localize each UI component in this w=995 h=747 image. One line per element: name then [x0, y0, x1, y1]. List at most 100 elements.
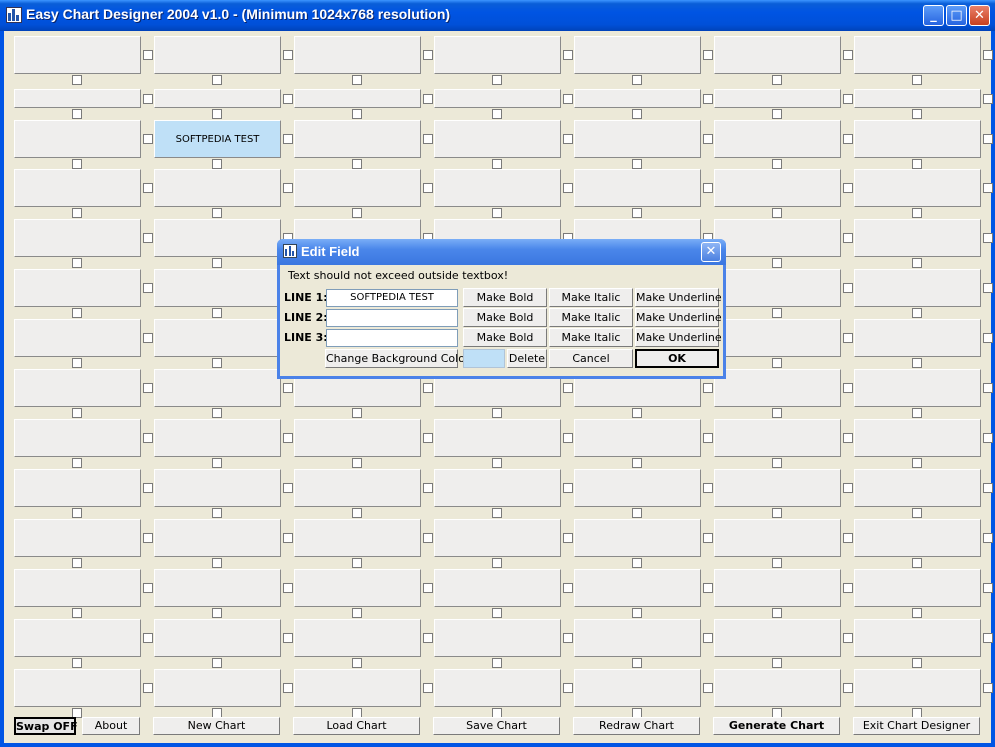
vertical-link-checkbox[interactable]: [492, 458, 502, 468]
save-chart-button[interactable]: Save Chart: [433, 717, 560, 735]
horizontal-link-checkbox[interactable]: [563, 183, 573, 193]
chart-cell[interactable]: [294, 89, 421, 108]
vertical-link-checkbox[interactable]: [352, 608, 362, 618]
vertical-link-checkbox[interactable]: [772, 258, 782, 268]
horizontal-link-checkbox[interactable]: [143, 633, 153, 643]
horizontal-link-checkbox[interactable]: [563, 583, 573, 593]
horizontal-link-checkbox[interactable]: [703, 633, 713, 643]
line-2-bold-button[interactable]: Make Bold: [463, 308, 547, 327]
vertical-link-checkbox[interactable]: [72, 358, 82, 368]
chart-cell[interactable]: [154, 469, 281, 507]
horizontal-link-checkbox[interactable]: [143, 183, 153, 193]
horizontal-link-checkbox[interactable]: [703, 483, 713, 493]
horizontal-link-checkbox[interactable]: [843, 433, 853, 443]
horizontal-link-checkbox[interactable]: [843, 233, 853, 243]
horizontal-link-checkbox[interactable]: [983, 183, 993, 193]
vertical-link-checkbox[interactable]: [492, 75, 502, 85]
chart-cell[interactable]: [854, 569, 981, 607]
vertical-link-checkbox[interactable]: [912, 558, 922, 568]
horizontal-link-checkbox[interactable]: [703, 50, 713, 60]
horizontal-link-checkbox[interactable]: [703, 94, 713, 104]
line-2-underline-button[interactable]: Make Underline: [635, 308, 722, 327]
chart-cell[interactable]: [854, 669, 981, 707]
vertical-link-checkbox[interactable]: [772, 558, 782, 568]
horizontal-link-checkbox[interactable]: [843, 483, 853, 493]
ok-button[interactable]: OK: [635, 349, 719, 368]
chart-cell[interactable]: [14, 36, 141, 74]
chart-cell[interactable]: [574, 619, 701, 657]
vertical-link-checkbox[interactable]: [772, 208, 782, 218]
vertical-link-checkbox[interactable]: [772, 109, 782, 119]
chart-cell[interactable]: [854, 219, 981, 257]
redraw-chart-button[interactable]: Redraw Chart: [573, 717, 700, 735]
swap-toggle-button[interactable]: Swap OFF: [14, 717, 78, 735]
vertical-link-checkbox[interactable]: [352, 558, 362, 568]
horizontal-link-checkbox[interactable]: [283, 50, 293, 60]
horizontal-link-checkbox[interactable]: [563, 433, 573, 443]
new-chart-button[interactable]: New Chart: [153, 717, 280, 735]
chart-cell[interactable]: [714, 120, 841, 158]
vertical-link-checkbox[interactable]: [72, 109, 82, 119]
chart-cell[interactable]: [854, 36, 981, 74]
chart-cell[interactable]: SOFTPEDIA TEST: [154, 120, 281, 158]
horizontal-link-checkbox[interactable]: [283, 533, 293, 543]
horizontal-link-checkbox[interactable]: [283, 483, 293, 493]
chart-cell[interactable]: [574, 569, 701, 607]
vertical-link-checkbox[interactable]: [72, 159, 82, 169]
chart-cell[interactable]: [854, 269, 981, 307]
vertical-link-checkbox[interactable]: [772, 608, 782, 618]
chart-cell[interactable]: [154, 569, 281, 607]
chart-cell[interactable]: [574, 519, 701, 557]
chart-cell[interactable]: [294, 120, 421, 158]
horizontal-link-checkbox[interactable]: [983, 683, 993, 693]
vertical-link-checkbox[interactable]: [72, 208, 82, 218]
vertical-link-checkbox[interactable]: [492, 608, 502, 618]
vertical-link-checkbox[interactable]: [912, 358, 922, 368]
vertical-link-checkbox[interactable]: [912, 608, 922, 618]
horizontal-link-checkbox[interactable]: [283, 383, 293, 393]
horizontal-link-checkbox[interactable]: [983, 583, 993, 593]
title-bar[interactable]: Easy Chart Designer 2004 v1.0 - (Minimum…: [0, 0, 995, 31]
horizontal-link-checkbox[interactable]: [423, 533, 433, 543]
vertical-link-checkbox[interactable]: [912, 159, 922, 169]
horizontal-link-checkbox[interactable]: [143, 383, 153, 393]
horizontal-link-checkbox[interactable]: [143, 50, 153, 60]
horizontal-link-checkbox[interactable]: [563, 633, 573, 643]
horizontal-link-checkbox[interactable]: [983, 333, 993, 343]
chart-cell[interactable]: [854, 469, 981, 507]
horizontal-link-checkbox[interactable]: [283, 433, 293, 443]
horizontal-link-checkbox[interactable]: [983, 383, 993, 393]
vertical-link-checkbox[interactable]: [212, 109, 222, 119]
horizontal-link-checkbox[interactable]: [843, 383, 853, 393]
vertical-link-checkbox[interactable]: [772, 159, 782, 169]
horizontal-link-checkbox[interactable]: [143, 583, 153, 593]
exit-designer-button[interactable]: Exit Chart Designer: [853, 717, 980, 735]
horizontal-link-checkbox[interactable]: [703, 533, 713, 543]
chart-cell[interactable]: [854, 169, 981, 207]
chart-cell[interactable]: [14, 269, 141, 307]
horizontal-link-checkbox[interactable]: [983, 483, 993, 493]
chart-cell[interactable]: [854, 519, 981, 557]
horizontal-link-checkbox[interactable]: [143, 333, 153, 343]
chart-cell[interactable]: [14, 669, 141, 707]
vertical-link-checkbox[interactable]: [352, 109, 362, 119]
chart-cell[interactable]: [294, 469, 421, 507]
chart-cell[interactable]: [14, 120, 141, 158]
vertical-link-checkbox[interactable]: [632, 159, 642, 169]
line-1-bold-button[interactable]: Make Bold: [463, 288, 547, 307]
delete-button[interactable]: Delete: [507, 349, 547, 368]
vertical-link-checkbox[interactable]: [492, 408, 502, 418]
horizontal-link-checkbox[interactable]: [283, 94, 293, 104]
vertical-link-checkbox[interactable]: [72, 308, 82, 318]
chart-cell[interactable]: [154, 419, 281, 457]
horizontal-link-checkbox[interactable]: [703, 383, 713, 393]
maximize-button[interactable]: □: [946, 5, 967, 26]
vertical-link-checkbox[interactable]: [212, 408, 222, 418]
horizontal-link-checkbox[interactable]: [143, 533, 153, 543]
about-button[interactable]: About: [82, 717, 140, 735]
vertical-link-checkbox[interactable]: [352, 159, 362, 169]
chart-cell[interactable]: [714, 569, 841, 607]
vertical-link-checkbox[interactable]: [72, 458, 82, 468]
vertical-link-checkbox[interactable]: [632, 458, 642, 468]
vertical-link-checkbox[interactable]: [912, 458, 922, 468]
